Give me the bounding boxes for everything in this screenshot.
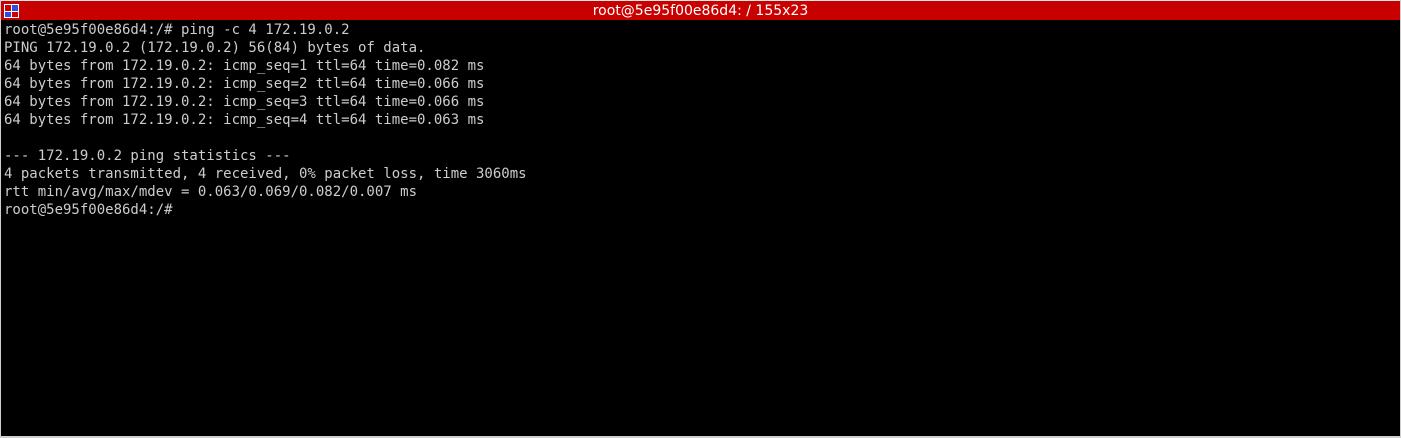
terminal-line: --- 172.19.0.2 ping statistics --- xyxy=(4,148,291,164)
terminal-line: 64 bytes from 172.19.0.2: icmp_seq=1 ttl… xyxy=(4,58,485,74)
title-bar[interactable]: root@5e95f00e86d4: / 155x23 xyxy=(1,0,1400,20)
terminal-line: 64 bytes from 172.19.0.2: icmp_seq=2 ttl… xyxy=(4,76,485,92)
terminal-line: 64 bytes from 172.19.0.2: icmp_seq=4 ttl… xyxy=(4,112,485,128)
terminal-line: 64 bytes from 172.19.0.2: icmp_seq=3 ttl… xyxy=(4,94,485,110)
terminal-window: root@5e95f00e86d4: / 155x23 root@5e95f00… xyxy=(0,0,1401,438)
terminal-line: rtt min/avg/max/mdev = 0.063/0.069/0.082… xyxy=(4,184,418,200)
terminal-output[interactable]: root@5e95f00e86d4:/# ping -c 4 172.19.0.… xyxy=(4,21,1397,434)
terminal-line: 4 packets transmitted, 4 received, 0% pa… xyxy=(4,166,527,182)
window-title: root@5e95f00e86d4: / 155x23 xyxy=(592,3,809,19)
terminal-line: root@5e95f00e86d4:/# ping -c 4 172.19.0.… xyxy=(4,22,350,38)
terminal-line: PING 172.19.0.2 (172.19.0.2) 56(84) byte… xyxy=(4,40,426,56)
terminal-line: root@5e95f00e86d4:/# xyxy=(4,202,173,218)
